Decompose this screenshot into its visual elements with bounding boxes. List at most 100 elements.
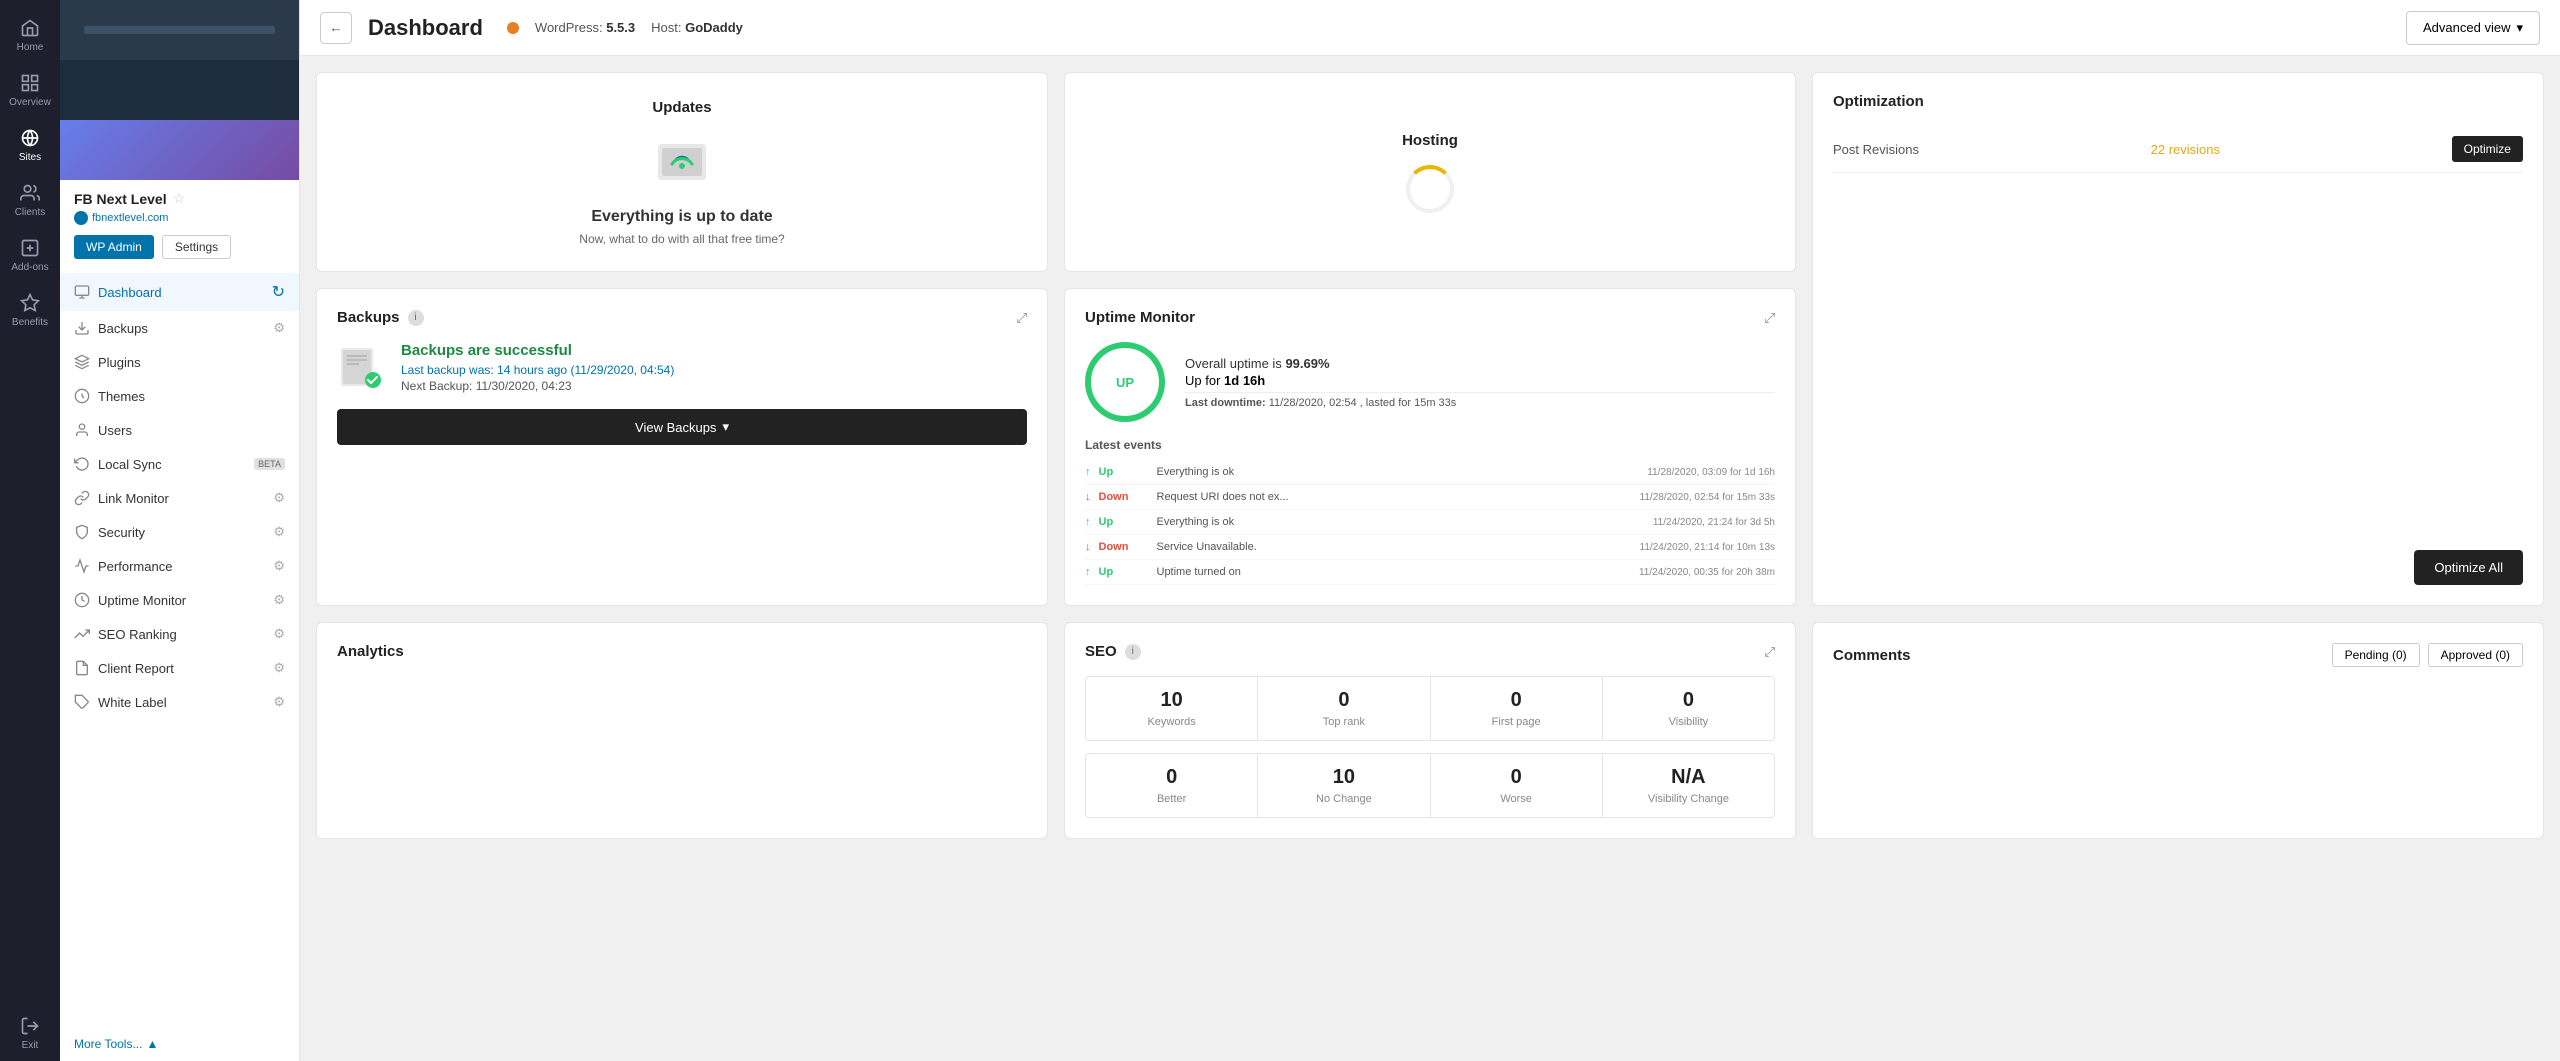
- nav-benefits[interactable]: Benefits: [0, 283, 60, 338]
- nav-sites[interactable]: Sites: [0, 118, 60, 173]
- seo-visibility-change-label: Visibility Change: [1615, 793, 1762, 805]
- report-icon: [74, 660, 90, 676]
- sidebar-label-themes: Themes: [98, 389, 285, 404]
- uptime-card-title: Uptime Monitor: [1085, 309, 1195, 326]
- backups-info-icon[interactable]: i: [408, 310, 424, 326]
- nav-addons[interactable]: Add-ons: [0, 228, 60, 283]
- nav-home[interactable]: Home: [0, 8, 60, 63]
- event-status-4: Up: [1099, 566, 1149, 578]
- uptime-expand-button[interactable]: ⤢: [1764, 310, 1775, 326]
- gear-icon-uptime[interactable]: ⚙: [273, 592, 285, 608]
- sidebar-item-performance[interactable]: Performance ⚙: [60, 549, 299, 583]
- seo-info-icon[interactable]: i: [1125, 644, 1141, 660]
- site-preview: [60, 0, 299, 180]
- sidebar-label-uptime-monitor: Uptime Monitor: [98, 593, 265, 608]
- gear-icon-security[interactable]: ⚙: [273, 524, 285, 540]
- sidebar-item-local-sync[interactable]: Local Sync BETA: [60, 447, 299, 481]
- uptime-icon: [74, 592, 90, 608]
- sidebar-item-dashboard[interactable]: Dashboard ↻: [60, 273, 299, 311]
- site-settings-button[interactable]: Settings: [162, 235, 231, 259]
- seo-cell-no-change: 10 No Change: [1258, 754, 1429, 817]
- view-backups-button[interactable]: View Backups ▾: [337, 409, 1027, 445]
- nav-exit[interactable]: Exit: [0, 1006, 60, 1061]
- event-desc-3: Service Unavailable.: [1157, 541, 1632, 553]
- sidebar-item-security[interactable]: Security ⚙: [60, 515, 299, 549]
- uptime-events-list: ↑ Up Everything is ok 11/28/2020, 03:09 …: [1085, 460, 1775, 585]
- seo-first-page-label: First page: [1443, 716, 1590, 728]
- backups-expand-button[interactable]: ⤢: [1016, 310, 1027, 326]
- backup-last-date: (11/29/2020, 04:54): [570, 363, 674, 377]
- backup-success-label: Backups are successful: [401, 342, 674, 359]
- seo-cell-better: 0 Better: [1086, 754, 1257, 817]
- comment-tabs: Pending (0) Approved (0): [2332, 643, 2523, 667]
- refresh-icon[interactable]: ↻: [272, 282, 285, 302]
- host-info: Host: GoDaddy: [651, 20, 743, 35]
- optimize-post-revisions-button[interactable]: Optimize: [2452, 136, 2523, 162]
- uptime-overall: Overall uptime is 99.69%: [1185, 356, 1775, 371]
- sidebar-item-themes[interactable]: Themes: [60, 379, 299, 413]
- performance-icon: [74, 558, 90, 574]
- backup-status: Backups are successful Last backup was: …: [337, 342, 1027, 393]
- sidebar-label-performance: Performance: [98, 559, 265, 574]
- uptime-overall-prefix: Overall uptime is: [1185, 356, 1282, 371]
- uptime-circle: UP: [1085, 342, 1165, 422]
- optimization-card: Optimization Post Revisions 22 revisions…: [1812, 72, 2544, 606]
- hosting-loading-spinner: [1406, 165, 1454, 213]
- pending-tab[interactable]: Pending (0): [2332, 643, 2420, 667]
- seo-cell-first-page: 0 First page: [1431, 677, 1602, 740]
- gear-icon-performance[interactable]: ⚙: [273, 558, 285, 574]
- uptime-event-3: ↓ Down Service Unavailable. 11/24/2020, …: [1085, 535, 1775, 560]
- gear-icon-link-monitor[interactable]: ⚙: [273, 490, 285, 506]
- sidebar-menu: Dashboard ↻ Backups ⚙ Plugins Themes: [60, 269, 299, 1027]
- sidebar-label-dashboard: Dashboard: [98, 285, 264, 300]
- back-arrow-icon: ←: [329, 20, 342, 35]
- uptime-card-header: Uptime Monitor ⤢: [1085, 309, 1775, 326]
- sidebar-item-client-report[interactable]: Client Report ⚙: [60, 651, 299, 685]
- more-tools[interactable]: More Tools... ▲: [60, 1027, 299, 1061]
- updates-subtitle: Now, what to do with all that free time?: [579, 232, 784, 246]
- advanced-view-button[interactable]: Advanced view ▾: [2406, 11, 2540, 45]
- nav-clients[interactable]: Clients: [0, 173, 60, 228]
- nav-sites-label: Sites: [19, 152, 41, 163]
- gear-icon-backups[interactable]: ⚙: [273, 320, 285, 336]
- event-desc-0: Everything is ok: [1157, 466, 1640, 478]
- monitor-icon: [74, 284, 90, 300]
- gear-icon-white-label[interactable]: ⚙: [273, 694, 285, 710]
- seo-card-header: SEO i ⤢: [1085, 643, 1775, 660]
- uptime-last-value: 11/28/2020, 02:54: [1269, 397, 1357, 409]
- wp-admin-button[interactable]: WP Admin: [74, 235, 154, 259]
- backup-last-backup: Last backup was: 14 hours ago (11/29/202…: [401, 363, 674, 377]
- uptime-up-value: 1d 16h: [1224, 373, 1265, 388]
- star-icon[interactable]: ☆: [173, 190, 186, 207]
- sidebar-item-link-monitor[interactable]: Link Monitor ⚙: [60, 481, 299, 515]
- approved-tab[interactable]: Approved (0): [2428, 643, 2523, 667]
- seo-cell-top-rank: 0 Top rank: [1258, 677, 1429, 740]
- gear-icon-seo[interactable]: ⚙: [273, 626, 285, 642]
- arrow-down-icon-3: ↓: [1085, 541, 1091, 553]
- sidebar-item-plugins[interactable]: Plugins: [60, 345, 299, 379]
- back-button[interactable]: ←: [320, 12, 352, 44]
- theme-icon: [74, 388, 90, 404]
- nav-overview[interactable]: Overview: [0, 63, 60, 118]
- sidebar: FB Next Level ☆ fbnextlevel.com WP Admin…: [60, 0, 300, 1061]
- seo-better-label: Better: [1098, 793, 1245, 805]
- updates-card: Updates Everything is up to date Now, wh…: [316, 72, 1048, 272]
- seo-expand-button[interactable]: ⤢: [1764, 644, 1775, 660]
- uptime-info: Overall uptime is 99.69% Up for 1d 16h L…: [1185, 356, 1775, 409]
- nav-home-label: Home: [17, 42, 44, 53]
- seo-cell-visibility-change: N/A Visibility Change: [1603, 754, 1774, 817]
- sidebar-item-seo-ranking[interactable]: SEO Ranking ⚙: [60, 617, 299, 651]
- gear-icon-client-report[interactable]: ⚙: [273, 660, 285, 676]
- site-info: FB Next Level ☆ fbnextlevel.com WP Admin…: [60, 180, 299, 269]
- sidebar-item-backups[interactable]: Backups ⚙: [60, 311, 299, 345]
- event-time-1: 11/28/2020, 02:54 for 15m 33s: [1640, 492, 1775, 503]
- sidebar-item-uptime-monitor[interactable]: Uptime Monitor ⚙: [60, 583, 299, 617]
- optimize-all-button[interactable]: Optimize All: [2414, 550, 2523, 585]
- nav-overview-label: Overview: [9, 97, 51, 108]
- backup-info: Backups are successful Last backup was: …: [401, 342, 674, 393]
- sidebar-item-white-label[interactable]: White Label ⚙: [60, 685, 299, 719]
- uptime-circle-label: UP: [1116, 375, 1134, 390]
- backup-last-prefix: Last backup was: 14 hours ago: [401, 363, 567, 377]
- sidebar-item-users[interactable]: Users: [60, 413, 299, 447]
- main-content: ← Dashboard WordPress: 5.5.3 Host: GoDad…: [300, 0, 2560, 1061]
